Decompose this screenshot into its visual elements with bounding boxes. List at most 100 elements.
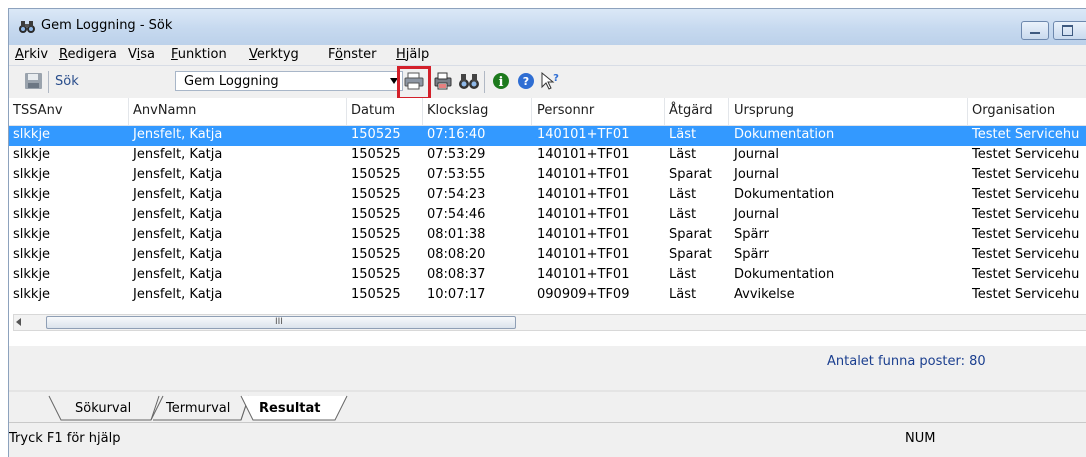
- table-cell-åtgärd: Läst: [669, 287, 697, 302]
- table-cell-klockslag: 08:08:37: [427, 267, 486, 282]
- save-icon[interactable]: [23, 71, 45, 91]
- table-cell-ursprung: Dokumentation: [734, 187, 835, 202]
- table-row[interactable]: slkkje Jensfelt, Katja 150525 07:16:40 14010…: [9, 126, 1086, 146]
- column-header-ursprung[interactable]: Ursprung: [734, 103, 794, 118]
- menu-arkiv[interactable]: Arkiv: [15, 47, 48, 62]
- whats-this-icon[interactable]: ?: [539, 71, 561, 91]
- menu-redigera[interactable]: Redigera: [59, 47, 117, 62]
- menu-funktion[interactable]: Funktion: [171, 47, 227, 62]
- table-cell-personnr: 090909+TF09: [537, 287, 630, 302]
- help-icon[interactable]: ?: [515, 71, 537, 91]
- svg-text:i: i: [499, 75, 504, 90]
- column-header-organisation[interactable]: Organisation: [972, 103, 1055, 118]
- table-row[interactable]: slkkje Jensfelt, Katja 150525 07:54:23 14010…: [9, 186, 1086, 206]
- horizontal-scrollbar[interactable]: III: [13, 314, 1086, 331]
- column-header-atgard[interactable]: Åtgärd: [669, 103, 713, 118]
- svg-text:?: ?: [553, 73, 559, 84]
- table-cell-anvnamn: Jensfelt, Katja: [133, 207, 223, 222]
- table-cell-anvnamn: Jensfelt, Katja: [133, 227, 223, 242]
- table-row[interactable]: slkkje Jensfelt, Katja 150525 07:53:55 14010…: [9, 166, 1086, 186]
- table-cell-organisation: Testet Servicehu: [972, 267, 1080, 282]
- title-bar: Gem Loggning - Sök: [9, 9, 1086, 45]
- column-divider[interactable]: [346, 98, 347, 125]
- status-bar: Tryck F1 för hjälp NUM: [9, 422, 1086, 457]
- column-divider[interactable]: [422, 98, 423, 125]
- table-cell-åtgärd: Läst: [669, 207, 697, 222]
- table-cell-ursprung: Dokumentation: [734, 267, 835, 282]
- table-cell-klockslag: 07:54:23: [427, 187, 486, 202]
- table-row[interactable]: slkkje Jensfelt, Katja 150525 08:08:20 14010…: [9, 246, 1086, 266]
- table-cell-personnr: 140101+TF01: [537, 267, 630, 282]
- table-cell-åtgärd: Läst: [669, 187, 697, 202]
- table-cell-ursprung: Journal: [734, 147, 779, 162]
- table-cell-organisation: Testet Servicehu: [972, 147, 1080, 162]
- table-cell-datum: 150525: [351, 267, 401, 282]
- table-cell-tssanv: slkkje: [13, 187, 51, 202]
- table-cell-personnr: 140101+TF01: [537, 247, 630, 262]
- scroll-left-arrow-icon[interactable]: [16, 318, 21, 326]
- table-row[interactable]: slkkje Jensfelt, Katja 150525 08:08:37 14010…: [9, 266, 1086, 286]
- table-row[interactable]: slkkje Jensfelt, Katja 150525 08:01:38 14010…: [9, 226, 1086, 246]
- table-cell-tssanv: slkkje: [13, 287, 51, 302]
- column-header-tssanv[interactable]: TSSAnv: [13, 103, 63, 118]
- menu-hjalp[interactable]: Hjälp: [396, 47, 429, 62]
- table-cell-personnr: 140101+TF01: [537, 167, 630, 182]
- table-cell-klockslag: 08:08:20: [427, 247, 486, 262]
- minimize-button[interactable]: [1021, 21, 1049, 40]
- table-cell-åtgärd: Läst: [669, 147, 697, 162]
- table-cell-anvnamn: Jensfelt, Katja: [133, 147, 223, 162]
- menu-verktyg[interactable]: Verktyg: [249, 47, 299, 62]
- table-cell-klockslag: 10:07:17: [427, 287, 486, 302]
- info-icon[interactable]: i: [490, 71, 512, 91]
- table-cell-organisation: Testet Servicehu: [972, 227, 1080, 242]
- table-cell-åtgärd: Sparat: [669, 247, 712, 262]
- column-divider[interactable]: [531, 98, 532, 125]
- binoculars-icon[interactable]: [458, 71, 480, 91]
- table-cell-tssanv: slkkje: [13, 267, 51, 282]
- table-cell-klockslag: 07:16:40: [427, 127, 486, 142]
- tab-termurval[interactable]: Termurval: [166, 401, 230, 416]
- menu-visa[interactable]: Visa: [128, 47, 155, 62]
- print-highlight-box: [397, 66, 431, 100]
- results-table: TSSAnv AnvNamn Datum Klockslag Personnr …: [9, 98, 1086, 346]
- toolbar: Sök Gem Loggning i ? ?: [9, 66, 1086, 100]
- column-divider[interactable]: [664, 98, 665, 125]
- search-label[interactable]: Sök: [55, 74, 79, 89]
- tab-sokurval[interactable]: Sökurval: [75, 401, 131, 416]
- menu-fonster[interactable]: Fönster: [328, 47, 376, 62]
- binoculars-app-icon: [19, 21, 35, 33]
- column-divider[interactable]: [128, 98, 129, 125]
- column-header-personnr[interactable]: Personnr: [537, 103, 594, 118]
- view-select[interactable]: Gem Loggning: [175, 71, 403, 91]
- minimize-icon: [1030, 32, 1040, 34]
- table-cell-åtgärd: Sparat: [669, 167, 712, 182]
- column-divider[interactable]: [728, 98, 729, 125]
- column-divider[interactable]: [967, 98, 968, 125]
- table-cell-ursprung: Spärr: [734, 247, 769, 262]
- scroll-thumb[interactable]: III: [46, 316, 516, 329]
- maximize-button[interactable]: [1053, 21, 1086, 40]
- view-select-value: Gem Loggning: [184, 74, 279, 89]
- table-row[interactable]: slkkje Jensfelt, Katja 150525 07:53:29 14010…: [9, 146, 1086, 166]
- table-cell-ursprung: Journal: [734, 167, 779, 182]
- table-row[interactable]: slkkje Jensfelt, Katja 150525 07:54:46 14010…: [9, 206, 1086, 226]
- scroll-grip: III: [275, 317, 283, 327]
- result-count: Antalet funna poster: 80: [827, 354, 986, 369]
- table-cell-personnr: 140101+TF01: [537, 147, 630, 162]
- table-cell-ursprung: Dokumentation: [734, 127, 835, 142]
- table-cell-åtgärd: Läst: [669, 127, 697, 142]
- column-header-anvnamn[interactable]: AnvNamn: [133, 103, 196, 118]
- table-row[interactable]: slkkje Jensfelt, Katja 150525 10:07:17 09090…: [9, 286, 1086, 306]
- svg-text:?: ?: [523, 75, 529, 88]
- print-preview-icon[interactable]: [433, 71, 455, 91]
- table-cell-personnr: 140101+TF01: [537, 227, 630, 242]
- window-title: Gem Loggning - Sök: [41, 18, 173, 33]
- tab-bar: Sökurval Termurval Resultat: [9, 386, 1086, 422]
- column-header-klockslag[interactable]: Klockslag: [427, 103, 488, 118]
- table-cell-datum: 150525: [351, 207, 401, 222]
- table-cell-datum: 150525: [351, 287, 401, 302]
- column-header-datum[interactable]: Datum: [351, 103, 395, 118]
- toolbar-separator: [48, 71, 49, 93]
- tab-resultat[interactable]: Resultat: [259, 401, 320, 416]
- table-header: TSSAnv AnvNamn Datum Klockslag Personnr …: [9, 98, 1086, 126]
